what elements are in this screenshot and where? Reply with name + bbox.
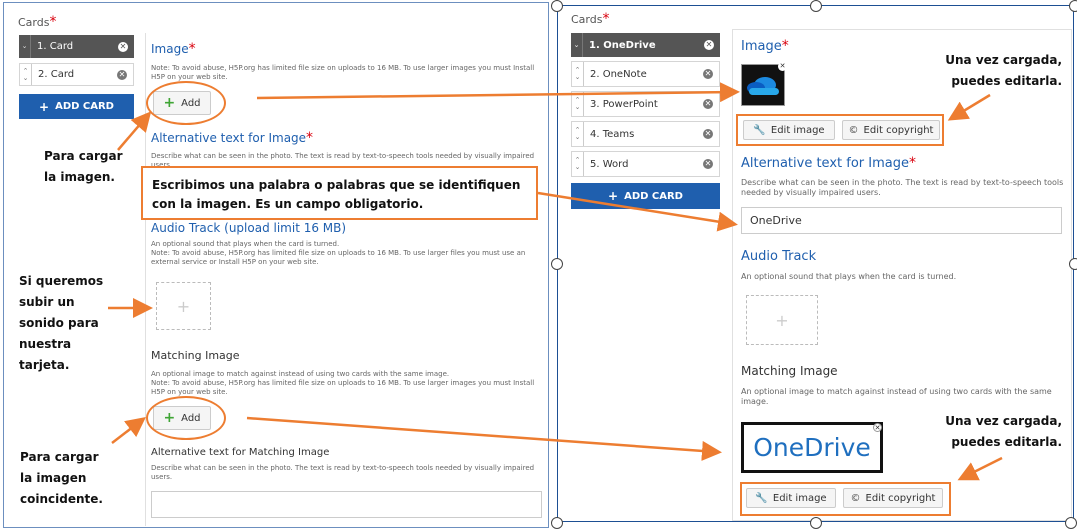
arrow-to-matching-add	[111, 416, 146, 444]
arrow-to-wordmark	[246, 416, 722, 461]
arrow-to-alt-input	[537, 191, 738, 232]
alt-text-callout: Escribimos una palabra o palabras que se…	[141, 166, 538, 220]
arrow-to-edit-buttons-2	[957, 456, 1003, 481]
arrow-to-edit-buttons	[947, 93, 991, 121]
arrow-to-onedrive-thumb	[256, 82, 740, 103]
arrow-to-image-add	[117, 111, 152, 151]
annotation-arrows	[108, 82, 1003, 481]
